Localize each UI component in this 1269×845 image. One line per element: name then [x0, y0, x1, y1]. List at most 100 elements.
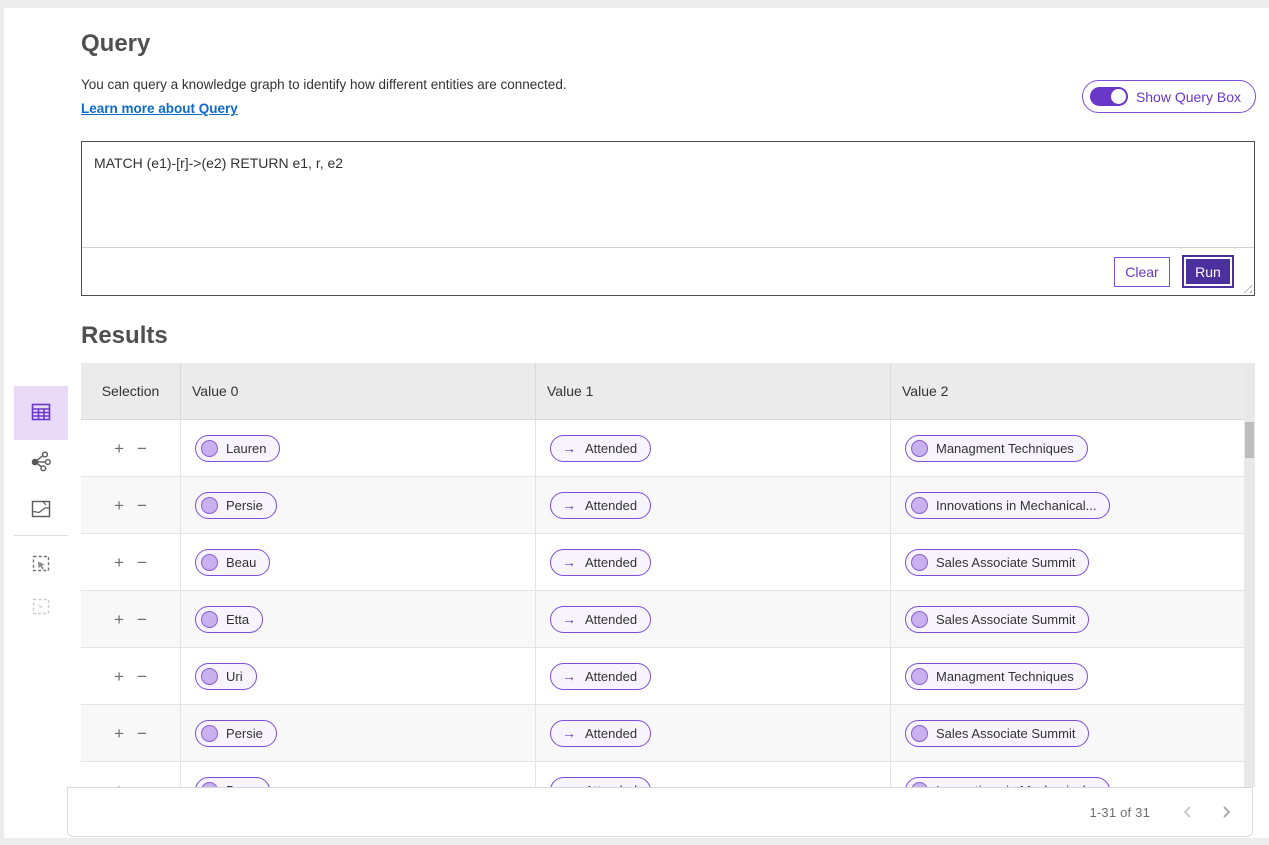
previous-page-button[interactable] [1178, 803, 1197, 821]
scrollbar-thumb[interactable] [1245, 422, 1254, 458]
relationship-label: Attended [585, 441, 637, 456]
entity-pill[interactable]: Innovations in Mechanical... [905, 777, 1110, 788]
value0-cell: Persie [181, 477, 536, 533]
learn-more-link[interactable]: Learn more about Query [81, 101, 238, 116]
add-to-selection-button[interactable]: + [114, 668, 124, 685]
relationship-pill[interactable]: → Attended [550, 435, 651, 462]
entity-label: Sales Associate Summit [936, 726, 1075, 741]
remove-from-selection-button[interactable]: − [137, 497, 147, 514]
query-editor-box: MATCH (e1)-[r]->(e2) RETURN e1, r, e2 Cl… [81, 141, 1255, 296]
query-textarea[interactable]: MATCH (e1)-[r]->(e2) RETURN e1, r, e2 [82, 142, 1254, 248]
remove-from-selection-button[interactable]: − [137, 611, 147, 628]
relationship-label: Attended [585, 555, 637, 570]
entity-pill[interactable]: Sales Associate Summit [905, 606, 1089, 633]
entity-pill[interactable]: Uri [195, 663, 257, 690]
entity-label: Managment Techniques [936, 441, 1074, 456]
table-icon [29, 400, 53, 427]
table-row: + − Persie → Attended Sales Associate Su… [81, 705, 1255, 762]
value1-cell: → Attended [536, 705, 891, 761]
value0-cell: Beau [181, 762, 536, 787]
relationship-pill[interactable]: → Attended [550, 777, 651, 788]
entity-pill[interactable]: Managment Techniques [905, 663, 1088, 690]
entity-label: Uri [226, 669, 243, 684]
value0-cell: Etta [181, 591, 536, 647]
tool-table-view[interactable] [14, 386, 68, 440]
add-to-selection-button[interactable]: + [114, 725, 124, 742]
toggle-knob [1111, 89, 1126, 104]
toggle-switch-icon[interactable] [1090, 87, 1128, 106]
entity-icon [911, 497, 928, 514]
value2-cell: Managment Techniques [891, 648, 1255, 704]
value0-cell: Uri [181, 648, 536, 704]
add-to-selection-button[interactable]: + [114, 611, 124, 628]
relationship-pill[interactable]: → Attended [550, 549, 651, 576]
selection-cell: + − [81, 420, 181, 476]
entity-icon [911, 725, 928, 742]
value1-cell: → Attended [536, 420, 891, 476]
add-to-selection-button[interactable]: + [114, 497, 124, 514]
page-description: You can query a knowledge graph to ident… [81, 77, 567, 92]
add-to-selection-button[interactable]: + [114, 440, 124, 457]
results-footer: 1-31 of 31 [67, 787, 1253, 837]
table-row: + − Lauren → Attended Managment Techniqu… [81, 420, 1255, 477]
value1-cell: → Attended [536, 591, 891, 647]
toolbar-divider [14, 535, 68, 536]
relationship-pill[interactable]: → Attended [550, 606, 651, 633]
value1-cell: → Attended [536, 477, 891, 533]
entity-pill[interactable]: Beau [195, 777, 270, 788]
value2-cell: Innovations in Mechanical... [891, 762, 1255, 787]
clear-button[interactable]: Clear [1114, 257, 1170, 287]
map-icon [29, 497, 53, 524]
remove-from-selection-button[interactable]: − [137, 668, 147, 685]
next-page-button[interactable] [1217, 803, 1236, 821]
arrow-right-icon: → [562, 612, 576, 626]
entity-pill[interactable]: Sales Associate Summit [905, 720, 1089, 747]
remove-from-selection-button[interactable]: − [137, 725, 147, 742]
arrow-right-icon: → [562, 441, 576, 455]
entity-pill[interactable]: Managment Techniques [905, 435, 1088, 462]
relationship-label: Attended [585, 612, 637, 627]
pagination-range: 1-31 of 31 [1089, 805, 1150, 820]
entity-pill[interactable]: Innovations in Mechanical... [905, 492, 1110, 519]
value1-cell: → Attended [536, 762, 891, 787]
entity-label: Sales Associate Summit [936, 612, 1075, 627]
entity-pill[interactable]: Persie [195, 492, 277, 519]
selection-cell: + − [81, 762, 181, 787]
entity-pill[interactable]: Lauren [195, 435, 280, 462]
entity-icon [911, 611, 928, 628]
entity-pill[interactable]: Beau [195, 549, 270, 576]
column-header-selection: Selection [81, 363, 181, 419]
entity-icon [911, 440, 928, 457]
relationship-label: Attended [585, 498, 637, 513]
value1-cell: → Attended [536, 648, 891, 704]
table-row: + − Beau → Attended Innovations in Mecha… [81, 762, 1255, 787]
relationship-pill[interactable]: → Attended [550, 663, 651, 690]
show-query-box-toggle[interactable]: Show Query Box [1082, 80, 1256, 113]
run-button-focus-ring: Run [1182, 255, 1234, 288]
table-body: + − Lauren → Attended Managment Techniqu… [81, 420, 1255, 787]
entity-pill[interactable]: Sales Associate Summit [905, 549, 1089, 576]
arrow-right-icon: → [562, 726, 576, 740]
entity-label: Innovations in Mechanical... [936, 498, 1096, 513]
add-to-selection-button[interactable]: + [114, 554, 124, 571]
relationship-pill[interactable]: → Attended [550, 492, 651, 519]
tool-map-view[interactable] [14, 483, 68, 537]
entity-pill[interactable]: Etta [195, 606, 263, 633]
remove-from-selection-button[interactable]: − [137, 554, 147, 571]
run-button[interactable]: Run [1186, 259, 1230, 284]
table-row: + − Persie → Attended Innovations in Mec… [81, 477, 1255, 534]
entity-icon [201, 440, 218, 457]
value0-cell: Lauren [181, 420, 536, 476]
entity-icon [911, 668, 928, 685]
relationship-label: Attended [585, 669, 637, 684]
entity-label: Sales Associate Summit [936, 555, 1075, 570]
value0-cell: Persie [181, 705, 536, 761]
selection-cell: + − [81, 705, 181, 761]
arrow-right-icon: → [562, 498, 576, 512]
entity-pill[interactable]: Persie [195, 720, 277, 747]
link-chart-icon [29, 449, 53, 476]
query-actions-bar: Clear Run [82, 248, 1254, 295]
tool-link-chart-view[interactable] [14, 435, 68, 489]
relationship-pill[interactable]: → Attended [550, 720, 651, 747]
remove-from-selection-button[interactable]: − [137, 440, 147, 457]
